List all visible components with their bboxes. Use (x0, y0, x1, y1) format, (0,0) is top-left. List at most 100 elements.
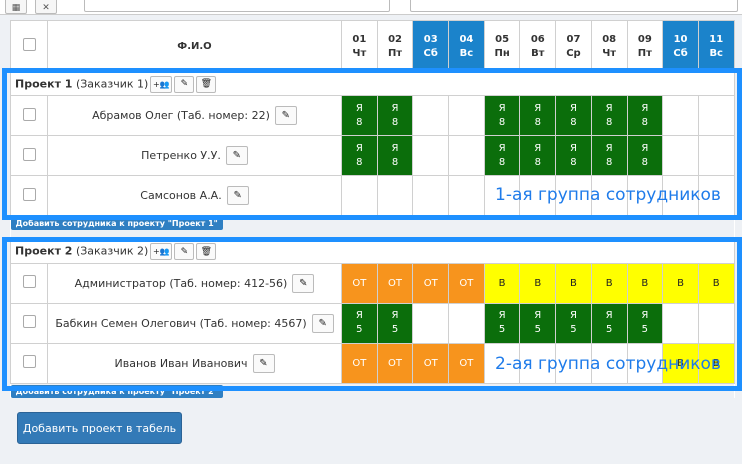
day-cell[interactable]: Я8 (590, 135, 628, 176)
day-cell[interactable]: Я5 (590, 302, 628, 344)
day-cell[interactable]: В (590, 262, 628, 304)
day-cell[interactable] (448, 95, 485, 136)
trash-icon[interactable]: 🗑 (196, 75, 217, 93)
pencil-icon[interactable]: ✎ (174, 75, 195, 93)
row-checkbox[interactable] (22, 187, 36, 201)
day-cell[interactable]: В (626, 262, 664, 304)
day-header: 04 Вс (448, 20, 485, 73)
day-cell[interactable] (662, 135, 699, 176)
day-cell[interactable] (412, 95, 450, 136)
day-cell[interactable]: ОТ (412, 262, 450, 304)
day-cell[interactable]: Я5 (555, 302, 592, 344)
day-cell[interactable]: Я5 (341, 302, 378, 344)
day-cell[interactable] (697, 95, 735, 136)
day-cell[interactable]: Я8 (555, 95, 592, 136)
day-cell[interactable]: ОТ (376, 262, 414, 304)
timesheet-table: Ф.И.О 01 Чт 02 Пт 03 Сб 04 Вс 05 Пн 06 Вт 07 Ср 08 Чт 09 П… (10, 20, 735, 398)
pencil-icon[interactable]: ✎ (225, 146, 248, 165)
pencil-icon[interactable]: ✎ (174, 243, 195, 260)
day-cell[interactable]: ОТ (448, 342, 485, 384)
day-hours: 8 (641, 156, 649, 168)
day-cell[interactable]: Я8 (590, 95, 628, 136)
pencil-icon[interactable]: ✎ (292, 273, 315, 293)
day-cell[interactable]: Я8 (626, 135, 664, 176)
day-cell[interactable]: В (697, 262, 735, 304)
add-project-button[interactable]: Добавить проект в табель (17, 412, 182, 444)
day-hours: 8 (391, 156, 399, 168)
add-employee-cell: Добавить сотрудника к проекту "Проект 2" (10, 383, 735, 398)
day-cell[interactable] (662, 302, 699, 344)
day-code: ОТ (388, 357, 403, 369)
day-cell[interactable]: Я8 (341, 135, 378, 176)
add-employee-button[interactable]: Добавить сотрудника к проекту "Проект 1" (10, 217, 223, 230)
day-cell[interactable]: Я5 (519, 302, 557, 344)
day-hours: 5 (570, 324, 577, 335)
day-cell[interactable] (412, 175, 450, 216)
pencil-icon[interactable]: ✎ (252, 353, 275, 373)
employee-row: Абрамов Олег (Таб. номер: 22) ✎ Я 8 Я 8 Я 8 Я 8 Я 8… (10, 95, 735, 136)
trash-icon[interactable]: 🗑 (196, 243, 217, 260)
day-weekday: Вт (531, 47, 545, 59)
day-cell[interactable] (697, 302, 735, 344)
day-header: 03 Сб (412, 20, 450, 73)
day-hours: 8 (498, 116, 506, 128)
calendar-icon[interactable]: ▦ (5, 0, 27, 14)
row-checkbox[interactable] (22, 315, 36, 328)
day-cell[interactable]: Я5 (483, 302, 521, 344)
day-cell[interactable]: ОТ (341, 342, 378, 384)
day-cell[interactable]: В (555, 262, 592, 304)
day-cell[interactable]: ОТ (448, 262, 485, 304)
day-cell[interactable]: В (662, 262, 699, 304)
day-code: В (677, 277, 684, 289)
day-cell[interactable] (448, 302, 485, 344)
day-cell[interactable]: Я5 (626, 302, 664, 344)
day-cell[interactable] (341, 175, 378, 216)
day-cell[interactable]: Я8 (519, 135, 557, 176)
day-cell[interactable] (697, 135, 735, 176)
add-employee-row: Добавить сотрудника к проекту "Проект 1" (10, 215, 735, 230)
day-cell[interactable]: ОТ (412, 342, 450, 384)
pencil-icon[interactable]: ✎ (226, 186, 249, 205)
row-checkbox[interactable] (22, 275, 36, 288)
day-cell[interactable]: Я8 (555, 135, 592, 176)
add-user-icon[interactable]: +👥 (150, 75, 173, 93)
add-user-icon[interactable]: +👥 (150, 243, 173, 260)
day-cell[interactable] (376, 175, 414, 216)
day-hours: 8 (641, 116, 649, 128)
day-number: 06 (530, 33, 545, 45)
row-checkbox[interactable] (22, 107, 36, 121)
day-cell[interactable] (662, 95, 699, 136)
clear-icon[interactable]: ✕ (35, 0, 57, 14)
project-name: Проект 1 (15, 77, 73, 90)
day-cell[interactable]: Я8 (376, 95, 414, 136)
day-cell[interactable]: Я8 (483, 95, 521, 136)
filter-select[interactable] (410, 0, 738, 12)
day-code: Я (391, 142, 399, 154)
day-cell[interactable]: ОТ (376, 342, 414, 384)
day-cell[interactable]: Я8 (341, 95, 378, 136)
row-checkbox[interactable] (22, 147, 36, 161)
day-cell[interactable]: Я5 (376, 302, 414, 344)
day-cell[interactable]: В (483, 262, 521, 304)
day-cell[interactable]: Я8 (519, 95, 557, 136)
day-cell[interactable] (448, 135, 485, 176)
pencil-icon[interactable]: ✎ (274, 106, 297, 125)
employee-row: Администратор (Таб. номер: 412-56) ✎ ОТ ОТ О… (10, 262, 735, 304)
period-input[interactable] (84, 0, 390, 12)
employee-name-wrap: Самсонов А.А. ✎ (48, 186, 341, 205)
day-code: В (498, 277, 506, 289)
day-cell[interactable]: Я8 (626, 95, 664, 136)
day-cell[interactable]: Я8 (376, 135, 414, 176)
row-checkbox[interactable] (22, 355, 36, 368)
select-all-checkbox[interactable] (22, 37, 36, 51)
day-cell[interactable] (412, 135, 450, 176)
day-cell[interactable] (448, 175, 485, 216)
day-cell[interactable]: Я8 (483, 135, 521, 176)
day-cell[interactable] (412, 302, 450, 344)
add-employee-button[interactable]: Добавить сотрудника к проекту "Проект 2" (10, 384, 223, 398)
day-hours: 5 (605, 324, 613, 335)
day-cell[interactable]: В (519, 262, 557, 304)
pencil-icon[interactable]: ✎ (311, 313, 334, 333)
day-weekday: Пт (387, 47, 403, 59)
day-cell[interactable]: ОТ (341, 262, 378, 304)
